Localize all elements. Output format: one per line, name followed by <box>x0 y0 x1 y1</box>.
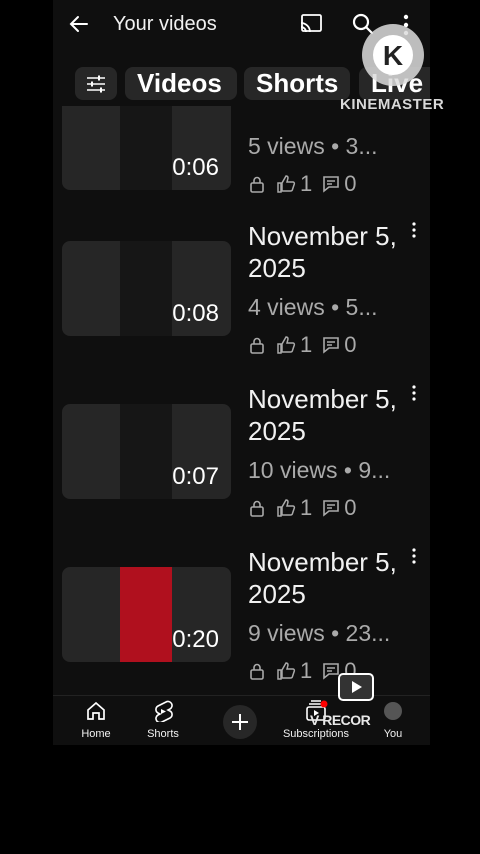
thumbnail-image <box>120 241 172 336</box>
comment-icon <box>323 176 340 193</box>
screen-recorder-label: V RECOR <box>310 712 371 728</box>
duration-badge: 0:20 <box>172 626 219 653</box>
tune-icon <box>87 75 105 93</box>
cast-icon[interactable] <box>299 13 323 35</box>
like-count: 1 <box>300 332 313 357</box>
like-icon <box>277 499 296 517</box>
duration-badge: 0:07 <box>172 463 219 490</box>
comment-count: 0 <box>344 171 357 196</box>
row-more-icon[interactable] <box>411 222 417 238</box>
nav-you[interactable]: You <box>375 700 411 740</box>
chip-videos[interactable]: Videos <box>125 67 237 100</box>
video-stats: 1 0 <box>248 332 367 357</box>
video-title-line: 2025 <box>248 579 306 609</box>
nav-label: Home <box>81 728 111 740</box>
thumbnail-image <box>120 404 172 499</box>
nav-label: Shorts <box>147 728 179 740</box>
kinemaster-logo-icon: K <box>373 35 413 75</box>
like-count: 1 <box>300 658 313 683</box>
lock-icon <box>250 663 264 680</box>
video-meta: 9 views • 23... <box>248 620 391 646</box>
nav-home[interactable]: Home <box>71 700 121 740</box>
nav-label: Subscriptions <box>282 728 350 740</box>
like-icon <box>277 175 296 193</box>
duration-badge: 0:08 <box>172 300 219 327</box>
row-more-icon[interactable] <box>411 385 417 401</box>
chip-shorts[interactable]: Shorts <box>244 67 350 100</box>
video-title-line: 2025 <box>248 416 306 446</box>
create-button[interactable] <box>223 705 257 739</box>
video-title-line: November 5, <box>248 221 397 251</box>
comment-count: 0 <box>344 495 357 520</box>
video-stats: 1 0 <box>248 171 367 196</box>
video-list-item[interactable]: 0:08 November 5, 2025 4 views • 5... 1 0 <box>53 218 430 378</box>
video-thumbnail[interactable]: 0:20 <box>62 567 231 662</box>
like-count: 1 <box>300 171 313 196</box>
lock-icon <box>250 337 264 354</box>
back-arrow-icon[interactable] <box>67 12 91 36</box>
comment-icon <box>323 337 340 354</box>
kinemaster-logo: K <box>362 24 424 86</box>
comment-count: 0 <box>344 332 357 357</box>
bottom-navigation: Home Shorts Subscriptions You <box>53 695 430 745</box>
video-meta: 10 views • 9... <box>248 457 391 483</box>
like-count: 1 <box>300 495 313 520</box>
you-icon <box>384 702 402 720</box>
lock-icon <box>250 176 264 193</box>
duration-badge: 0:06 <box>172 154 219 181</box>
video-stats: 1 0 <box>248 495 367 520</box>
shorts-icon <box>155 700 173 724</box>
thumbnail-image <box>120 95 172 190</box>
thumbnail-image <box>120 567 172 662</box>
kinemaster-logo-letter: K <box>383 40 403 71</box>
video-list-item[interactable]: 0:07 November 5, 2025 10 views • 9... 1 … <box>53 381 430 541</box>
video-meta: 5 views • 3... <box>248 133 378 159</box>
video-thumbnail[interactable]: 0:06 <box>62 95 231 190</box>
nav-label: You <box>383 728 403 740</box>
video-title-line: November 5, <box>248 384 397 414</box>
nav-shorts[interactable]: Shorts <box>138 700 188 740</box>
video-meta: 4 views • 5... <box>248 294 378 320</box>
row-more-icon[interactable] <box>411 548 417 564</box>
kinemaster-watermark-text: KINEMASTER <box>340 96 445 113</box>
home-icon <box>87 701 105 720</box>
screen-recorder-icon[interactable] <box>336 672 376 702</box>
like-icon <box>277 336 296 354</box>
like-icon <box>277 662 296 680</box>
video-title-line: 2025 <box>248 253 306 283</box>
create-plus-icon <box>232 714 248 730</box>
page-title: Your videos <box>113 13 217 35</box>
lock-icon <box>250 500 264 517</box>
filter-chip[interactable] <box>75 67 117 100</box>
comment-icon <box>323 500 340 517</box>
video-title-line: November 5, <box>248 547 397 577</box>
video-thumbnail[interactable]: 0:08 <box>62 241 231 336</box>
video-thumbnail[interactable]: 0:07 <box>62 404 231 499</box>
